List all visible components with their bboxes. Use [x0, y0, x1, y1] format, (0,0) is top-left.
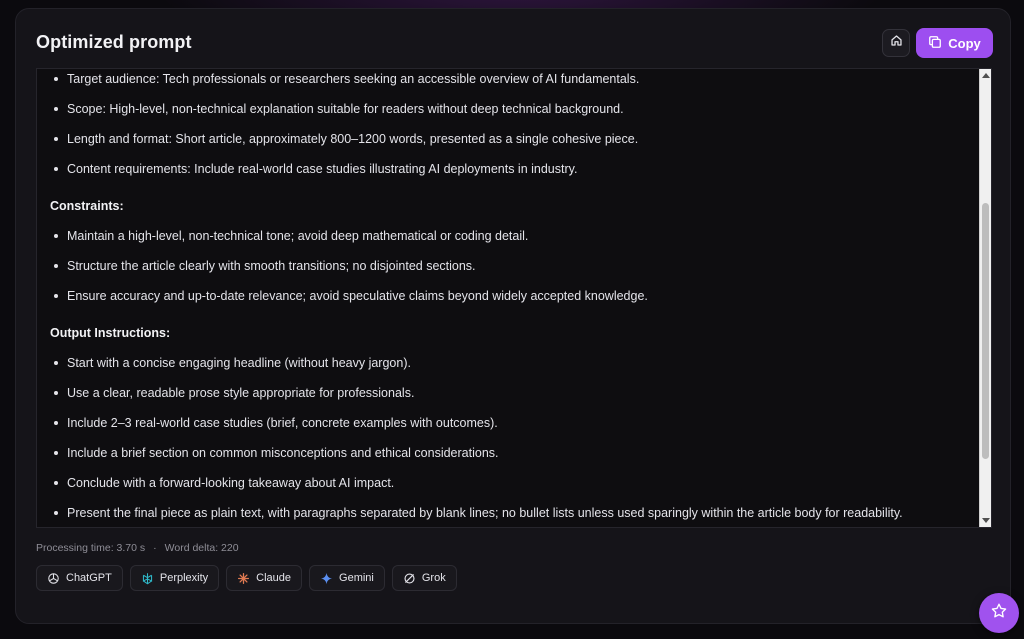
grok-icon	[403, 572, 416, 585]
grok-button[interactable]: Grok	[391, 565, 457, 591]
list-item: Use a clear, readable prose style approp…	[50, 378, 970, 408]
scroll-up-arrow-icon[interactable]	[982, 73, 990, 78]
copy-icon	[928, 35, 942, 52]
list-item: Present the final piece as plain text, w…	[50, 498, 970, 527]
star-icon	[990, 602, 1008, 625]
meta-separator: ·	[153, 542, 157, 554]
processing-meta: Processing time: 3.70 s · Word delta: 22…	[36, 542, 239, 554]
list-item: Content requirements: Include real-world…	[50, 154, 970, 184]
model-buttons: ChatGPT Perplexity Claude Gemini Grok	[36, 565, 457, 591]
output-instructions-list: Start with a concise engaging headline (…	[50, 348, 970, 527]
page-title: Optimized prompt	[36, 32, 192, 52]
scroll-down-arrow-icon[interactable]	[982, 518, 990, 523]
list-item: Target audience: Tech professionals or r…	[50, 69, 970, 94]
chatgpt-label: ChatGPT	[66, 572, 112, 584]
vertical-scrollbar[interactable]	[979, 69, 991, 527]
list-item: Structure the article clearly with smoot…	[50, 251, 970, 281]
gemini-label: Gemini	[339, 572, 374, 584]
processing-time: Processing time: 3.70 s	[36, 542, 146, 554]
list-item: Length and format: Short article, approx…	[50, 124, 970, 154]
chatgpt-button[interactable]: ChatGPT	[36, 565, 123, 591]
grok-label: Grok	[421, 572, 446, 584]
perplexity-label: Perplexity	[159, 572, 209, 584]
list-item: Ensure accuracy and up-to-date relevance…	[50, 281, 970, 311]
intro-list: Target audience: Tech professionals or r…	[50, 69, 970, 184]
gemini-icon	[320, 572, 333, 585]
prompt-content: Target audience: Tech professionals or r…	[50, 69, 970, 527]
list-item: Include 2–3 real-world case studies (bri…	[50, 408, 970, 438]
constraints-list: Maintain a high-level, non-technical ton…	[50, 221, 970, 311]
chatgpt-icon	[47, 572, 60, 585]
list-item: Maintain a high-level, non-technical ton…	[50, 221, 970, 251]
home-button[interactable]	[882, 29, 910, 57]
list-item: Scope: High-level, non-technical explana…	[50, 94, 970, 124]
scrollbar-thumb[interactable]	[982, 203, 989, 459]
perplexity-button[interactable]: Perplexity	[129, 565, 220, 591]
claude-button[interactable]: Claude	[226, 565, 303, 591]
output-instructions-heading: Output Instructions:	[50, 326, 171, 340]
claude-icon	[237, 572, 250, 585]
optimized-prompt-card: Optimized prompt Copy Target audience: T…	[15, 8, 1011, 624]
list-item: Start with a concise engaging headline (…	[50, 348, 970, 378]
claude-label: Claude	[256, 572, 292, 584]
copy-button[interactable]: Copy	[916, 28, 993, 58]
copy-button-label: Copy	[948, 35, 981, 51]
list-item: Conclude with a forward-looking takeaway…	[50, 468, 970, 498]
constraints-heading: Constraints:	[50, 199, 124, 213]
home-icon	[890, 34, 903, 52]
list-item: Include a brief section on common miscon…	[50, 438, 970, 468]
prompt-output-area[interactable]: Target audience: Tech professionals or r…	[36, 68, 992, 528]
favorite-button[interactable]	[979, 593, 1019, 633]
gemini-button[interactable]: Gemini	[309, 565, 385, 591]
perplexity-icon	[141, 572, 154, 585]
word-delta: Word delta: 220	[164, 542, 239, 554]
